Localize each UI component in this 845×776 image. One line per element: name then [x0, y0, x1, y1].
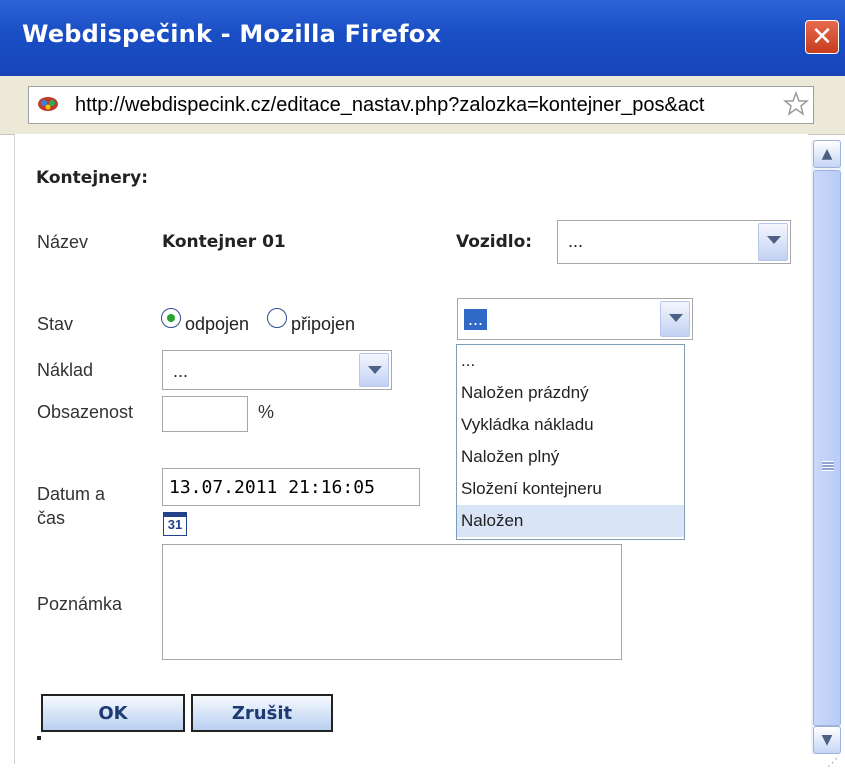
- grip-icon: [822, 461, 834, 471]
- vozidlo-label: Vozidlo:: [456, 232, 533, 252]
- stav-label: Stav: [37, 314, 74, 334]
- url-text: http://webdispecink.cz/editace_nastav.ph…: [75, 94, 705, 116]
- zrusit-button[interactable]: Zrušit: [191, 694, 333, 732]
- window-title: Webdispečink - Mozilla Firefox: [22, 20, 442, 48]
- obsazenost-label: Obsazenost: [37, 402, 134, 422]
- stav-select-value: ...: [464, 309, 488, 330]
- focus-marker: [37, 736, 41, 740]
- radio-pripojen[interactable]: [267, 308, 287, 328]
- calendar-day: 31: [167, 517, 183, 532]
- ok-button[interactable]: OK: [41, 694, 185, 732]
- calendar-icon[interactable]: 31: [163, 512, 187, 536]
- stav-dropdown-list: ... Naložen prázdný Vykládka nákladu Nal…: [456, 344, 685, 540]
- datum-label: Datum a: [37, 484, 106, 504]
- dropdown-option-selected[interactable]: Naložen: [457, 505, 684, 537]
- nazev-label: Název: [37, 232, 89, 252]
- chevron-down-icon[interactable]: [359, 353, 389, 387]
- vertical-scrollbar[interactable]: ▲ ▼: [811, 140, 841, 754]
- naklad-select-value: ...: [173, 361, 189, 381]
- dialog-content: Kontejnery: Název Kontejner 01 Vozidlo: …: [14, 134, 808, 764]
- site-favicon-icon: [38, 97, 58, 111]
- datum-label-line2: čas: [37, 508, 66, 528]
- scrollbar-thumb[interactable]: [813, 170, 841, 726]
- chevron-down-icon[interactable]: [758, 223, 788, 261]
- dropdown-option[interactable]: ...: [457, 345, 684, 377]
- poznamka-textarea[interactable]: [162, 544, 622, 660]
- vozidlo-select-value: ...: [568, 231, 584, 251]
- poznamka-label: Poznámka: [37, 594, 123, 614]
- radio-pripojen-label: připojen: [291, 314, 356, 334]
- star-icon[interactable]: [783, 91, 809, 117]
- scroll-up-icon[interactable]: ▲: [813, 140, 841, 168]
- naklad-label: Náklad: [37, 360, 94, 380]
- dropdown-option[interactable]: Vykládka nákladu: [457, 409, 684, 441]
- stav-select[interactable]: ...: [457, 298, 693, 340]
- address-bar: http://webdispecink.cz/editace_nastav.ph…: [0, 76, 845, 135]
- obsazenost-unit: %: [258, 402, 275, 422]
- obsazenost-input[interactable]: [162, 396, 248, 432]
- dropdown-option[interactable]: Složení kontejneru: [457, 473, 684, 505]
- resize-grip-icon[interactable]: ⋰: [827, 756, 841, 770]
- chevron-down-icon[interactable]: [660, 301, 690, 337]
- close-button[interactable]: ✕: [805, 20, 839, 54]
- scroll-down-icon[interactable]: ▼: [813, 726, 841, 754]
- nazev-value: Kontejner 01: [162, 232, 286, 252]
- url-field[interactable]: http://webdispecink.cz/editace_nastav.ph…: [28, 86, 814, 124]
- dropdown-option[interactable]: Naložen prázdný: [457, 377, 684, 409]
- radio-odpojen-label: odpojen: [185, 314, 250, 334]
- vozidlo-select[interactable]: ...: [557, 220, 791, 264]
- naklad-select[interactable]: ...: [162, 350, 392, 390]
- dropdown-option[interactable]: Naložen plný: [457, 441, 684, 473]
- window-titlebar: Webdispečink - Mozilla Firefox ✕: [0, 0, 845, 77]
- datum-input[interactable]: 13.07.2011 21:16:05: [162, 468, 420, 506]
- radio-odpojen[interactable]: [161, 308, 181, 328]
- page-title: Kontejnery:: [36, 168, 149, 188]
